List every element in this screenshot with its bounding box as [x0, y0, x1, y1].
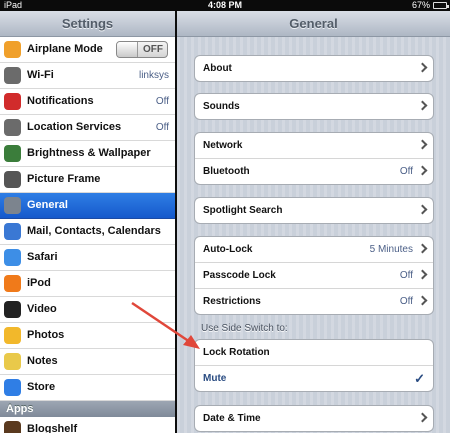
annotation-arrow-icon	[131, 301, 200, 349]
